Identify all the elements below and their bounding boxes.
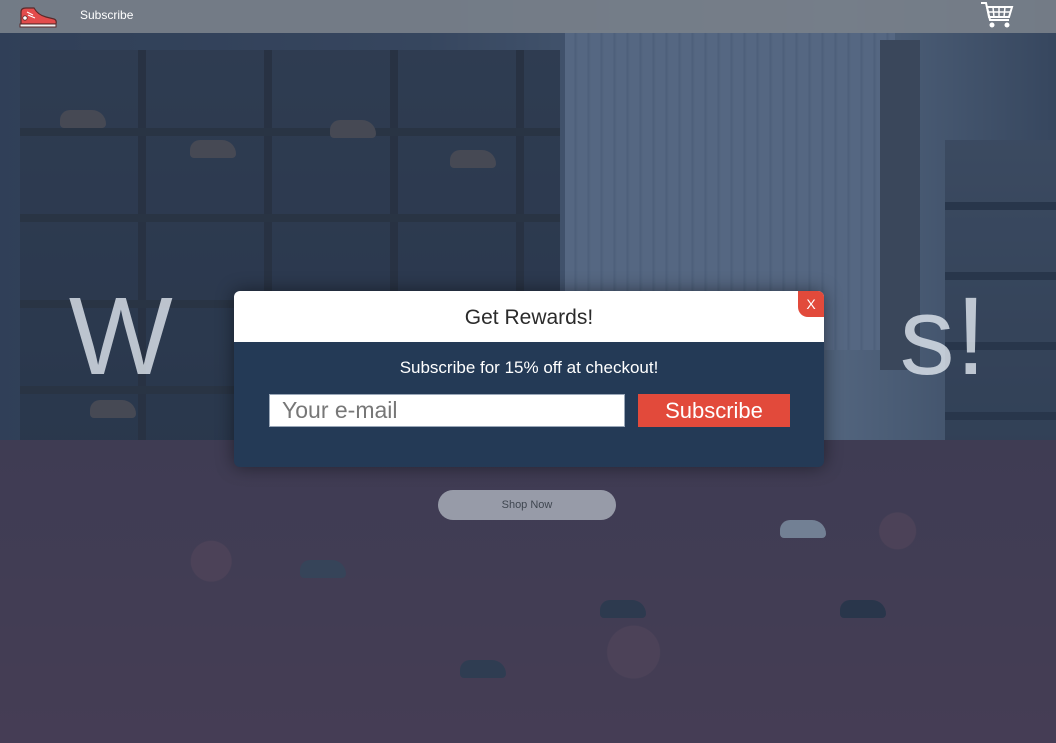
modal-header: Get Rewards! X [234,291,824,342]
sneaker-logo-icon[interactable] [18,3,58,29]
rewards-modal: Get Rewards! X Subscribe for 15% off at … [234,291,824,467]
modal-title: Get Rewards! [464,306,594,329]
nav-subscribe-link[interactable]: Subscribe [80,8,133,22]
subscribe-button[interactable]: Subscribe [638,394,790,427]
close-button[interactable]: X [798,291,824,317]
email-field[interactable] [269,394,625,427]
shop-now-button[interactable]: Shop Now [438,490,616,520]
shopping-cart-icon[interactable] [980,0,1014,30]
modal-subtitle: Subscribe for 15% off at checkout! [399,358,659,377]
top-navbar: Subscribe [0,0,1056,33]
